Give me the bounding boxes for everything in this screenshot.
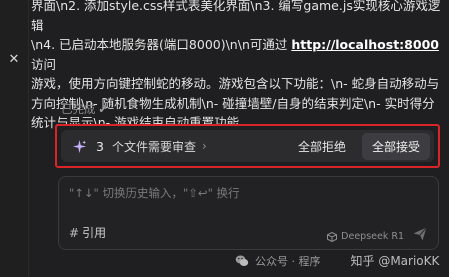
done-label: 已完成 (61, 102, 96, 116)
watermark-account: 公众号 · 程序 (255, 254, 321, 268)
model-name: Deepseek R1 (341, 231, 404, 242)
review-label: 个文件需要审查 (111, 139, 196, 154)
completion-status: 已完成 ✔ (61, 101, 108, 117)
message-line: \n4. 已启动本地服务器(端口8000)\n\n可通过 http://loca… (31, 35, 441, 74)
watermark-platform: 知乎 @MarioKK (350, 254, 440, 268)
wechat-icon (235, 254, 249, 268)
message-line: 界面\n2. 添加style.css样式表美化界面\n3. 编写game.js实… (31, 0, 441, 33)
watermark: 公众号 · 程序 知乎 @MarioKK (235, 252, 439, 269)
cube-icon (327, 231, 338, 242)
chevron-right-icon[interactable]: › (202, 139, 207, 153)
mention-label: 引用 (82, 226, 107, 240)
accept-all-button[interactable]: 全部接受 (361, 132, 430, 160)
localhost-link[interactable]: http://localhost:8000 (291, 37, 439, 52)
file-review-panel[interactable]: 3 个文件需要审查 › 全部拒绝 全部接受 (61, 130, 434, 162)
message-text: 访问 (31, 56, 57, 72)
close-icon[interactable]: ✕ (6, 52, 22, 68)
message-text: \n4. 已启动本地服务器(端口8000)\n\n可通过 (31, 37, 292, 52)
reject-all-button[interactable]: 全部拒绝 (290, 134, 354, 159)
chat-input-placeholder[interactable]: "↑↓" 切换历史输入，"⇧↩" 换行 (69, 185, 240, 201)
mention-button[interactable]: # 引用 (69, 224, 106, 241)
message-line: 游戏，使用方向键控制蛇的移动。游戏包含以下功能：\n- 蛇身自动移动与 (31, 76, 440, 91)
app-window: ✕ 界面\n2. 添加style.css样式表美化界面\n3. 编写game.j… (0, 0, 449, 277)
send-icon[interactable] (412, 226, 428, 242)
check-icon: ✔ (98, 103, 108, 116)
review-file-count: 3 (96, 138, 104, 154)
hash-icon: # (69, 225, 80, 240)
sparkle-icon (71, 138, 87, 154)
chat-input-box[interactable]: "↑↓" 切换历史输入，"⇧↩" 换行 # 引用 Deepseek R1 (58, 176, 439, 250)
model-selector[interactable]: Deepseek R1 (327, 231, 404, 242)
file-review-bar: 3 个文件需要审查 › 全部拒绝 全部接受 (55, 124, 440, 168)
left-side-strip: ✕ (0, 0, 29, 277)
